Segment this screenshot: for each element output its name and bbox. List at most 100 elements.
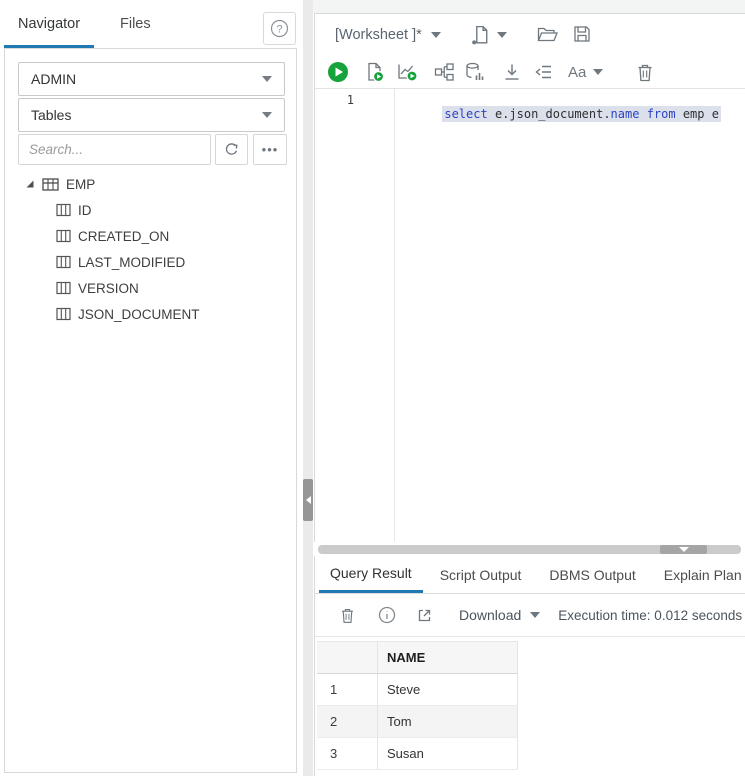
download-editor-button[interactable] [500,60,524,84]
format-sql-button[interactable] [531,60,555,84]
refresh-button[interactable] [215,134,248,165]
chevron-down-icon [430,32,441,38]
sql-code-line[interactable]: select e.json_document.name from emp e [399,93,721,135]
name-cell[interactable]: Tom [378,706,518,737]
navigator-panel: ADMIN Tables ••• [4,48,297,773]
column-icon [56,203,71,217]
results-toolbar: Download Execution time: 0.012 seconds [315,594,745,637]
object-type-select[interactable]: Tables [18,98,285,132]
tree-node-label: CREATED_ON [78,228,170,244]
table-row[interactable]: 1 Steve [317,674,518,706]
sql-keyword: select [444,107,488,121]
row-number-cell: 2 [317,706,378,737]
sql-keyword: name [610,107,640,121]
column-icon [56,229,71,243]
save-floppy-icon [572,24,592,44]
worksheet-title-dropdown[interactable]: [Worksheet ]* [335,14,441,56]
autotrace-button[interactable] [395,60,419,84]
chevron-down-icon [497,32,507,38]
tab-files[interactable]: Files [112,0,159,48]
search-input[interactable] [18,134,211,165]
object-tree: EMP ID CREATED_ON LAST_MODIFIED VERSION … [5,171,296,327]
row-number-cell: 3 [317,738,378,769]
name-cell[interactable]: Susan [378,738,518,769]
sql-text: e.json_document. [487,107,611,121]
download-label: Download [459,607,522,623]
chevron-down-icon [593,69,604,75]
open-file-button[interactable] [536,24,558,44]
sidebar-collapse-handle[interactable] [303,479,313,521]
grid-column-header[interactable]: NAME [378,642,518,673]
info-button[interactable] [378,606,396,624]
tree-node-label: ID [78,202,92,218]
font-size-button[interactable]: Aa [568,60,604,84]
tree-node-column[interactable]: CREATED_ON [5,223,296,249]
tree-node-column[interactable]: ID [5,197,296,223]
sql-editor[interactable]: 1 select e.json_document.name from emp e [315,89,745,542]
sql-text: emp e [675,107,719,121]
schema-select-value: ADMIN [31,71,77,87]
table-icon [42,177,59,192]
table-row[interactable]: 2 Tom [317,706,518,738]
run-statement-button[interactable] [326,60,350,84]
table-row[interactable]: 3 Susan [317,738,518,770]
download-button[interactable]: Download [459,607,541,623]
sql-keyword: from [646,107,676,121]
tree-node-column[interactable]: VERSION [5,275,296,301]
folder-icon [536,24,558,44]
results-tab-bar: Query Result Script Output DBMS Output E… [315,556,745,594]
name-cell[interactable]: Steve [378,674,518,705]
ellipsis-icon: ••• [261,142,279,157]
more-actions-button[interactable]: ••• [253,134,287,165]
tree-node-label: VERSION [78,280,139,296]
selected-code: select e.json_document.name from emp e [442,106,721,122]
tab-query-result[interactable]: Query Result [319,556,423,593]
column-icon [56,255,71,269]
save-file-button[interactable] [572,24,592,44]
refresh-icon [223,141,240,158]
chevron-down-icon [262,112,272,118]
results-collapse-handle[interactable] [660,545,707,554]
svg-text:?: ? [276,23,282,35]
column-icon [56,281,71,295]
grid-corner-cell [317,642,378,673]
tab-explain-plan[interactable]: Explain Plan [653,556,745,593]
tab-navigator[interactable]: Navigator [4,0,94,48]
tree-node-column[interactable]: LAST_MODIFIED [5,249,296,275]
collapse-down-icon [678,547,689,552]
line-number: 1 [346,93,354,107]
tree-node-column[interactable]: JSON_DOCUMENT [5,301,296,327]
chevron-down-icon [262,76,272,82]
vertical-splitter[interactable] [303,0,313,776]
worksheet-title: [Worksheet ]* [335,27,422,43]
clear-results-button[interactable] [339,606,356,625]
chevron-down-icon [530,612,541,618]
help-button[interactable]: ? [263,12,296,45]
tree-expanded-icon[interactable] [25,179,35,189]
worksheet-header: [Worksheet ]* [315,14,745,56]
collapse-left-icon [305,496,311,504]
editor-gutter: 1 [315,89,395,542]
explain-plan-button[interactable] [432,60,456,84]
tree-node-label: JSON_DOCUMENT [78,306,200,322]
clear-worksheet-button[interactable] [633,60,657,84]
new-worksheet-button[interactable] [471,24,507,46]
question-mark-icon: ? [270,19,289,38]
sql-history-button[interactable] [463,60,487,84]
tree-node-label: LAST_MODIFIED [78,254,186,270]
tab-dbms-output[interactable]: DBMS Output [538,556,646,593]
open-in-new-button[interactable] [416,607,433,624]
tab-script-output[interactable]: Script Output [429,556,533,593]
worksheet-toolbar: Aa [315,56,745,89]
run-script-button[interactable] [363,60,387,84]
top-gray-strip [313,0,745,13]
new-document-icon [471,24,492,46]
result-grid: NAME 1 Steve 2 Tom 3 Susan [317,641,518,770]
grid-header-row: NAME [317,642,518,674]
font-size-icon: Aa [568,63,587,81]
schema-select[interactable]: ADMIN [18,62,285,96]
execution-time-label: Execution time: 0.012 seconds [558,607,743,623]
tree-node-label: EMP [66,176,96,192]
tree-node-emp[interactable]: EMP [5,171,296,197]
